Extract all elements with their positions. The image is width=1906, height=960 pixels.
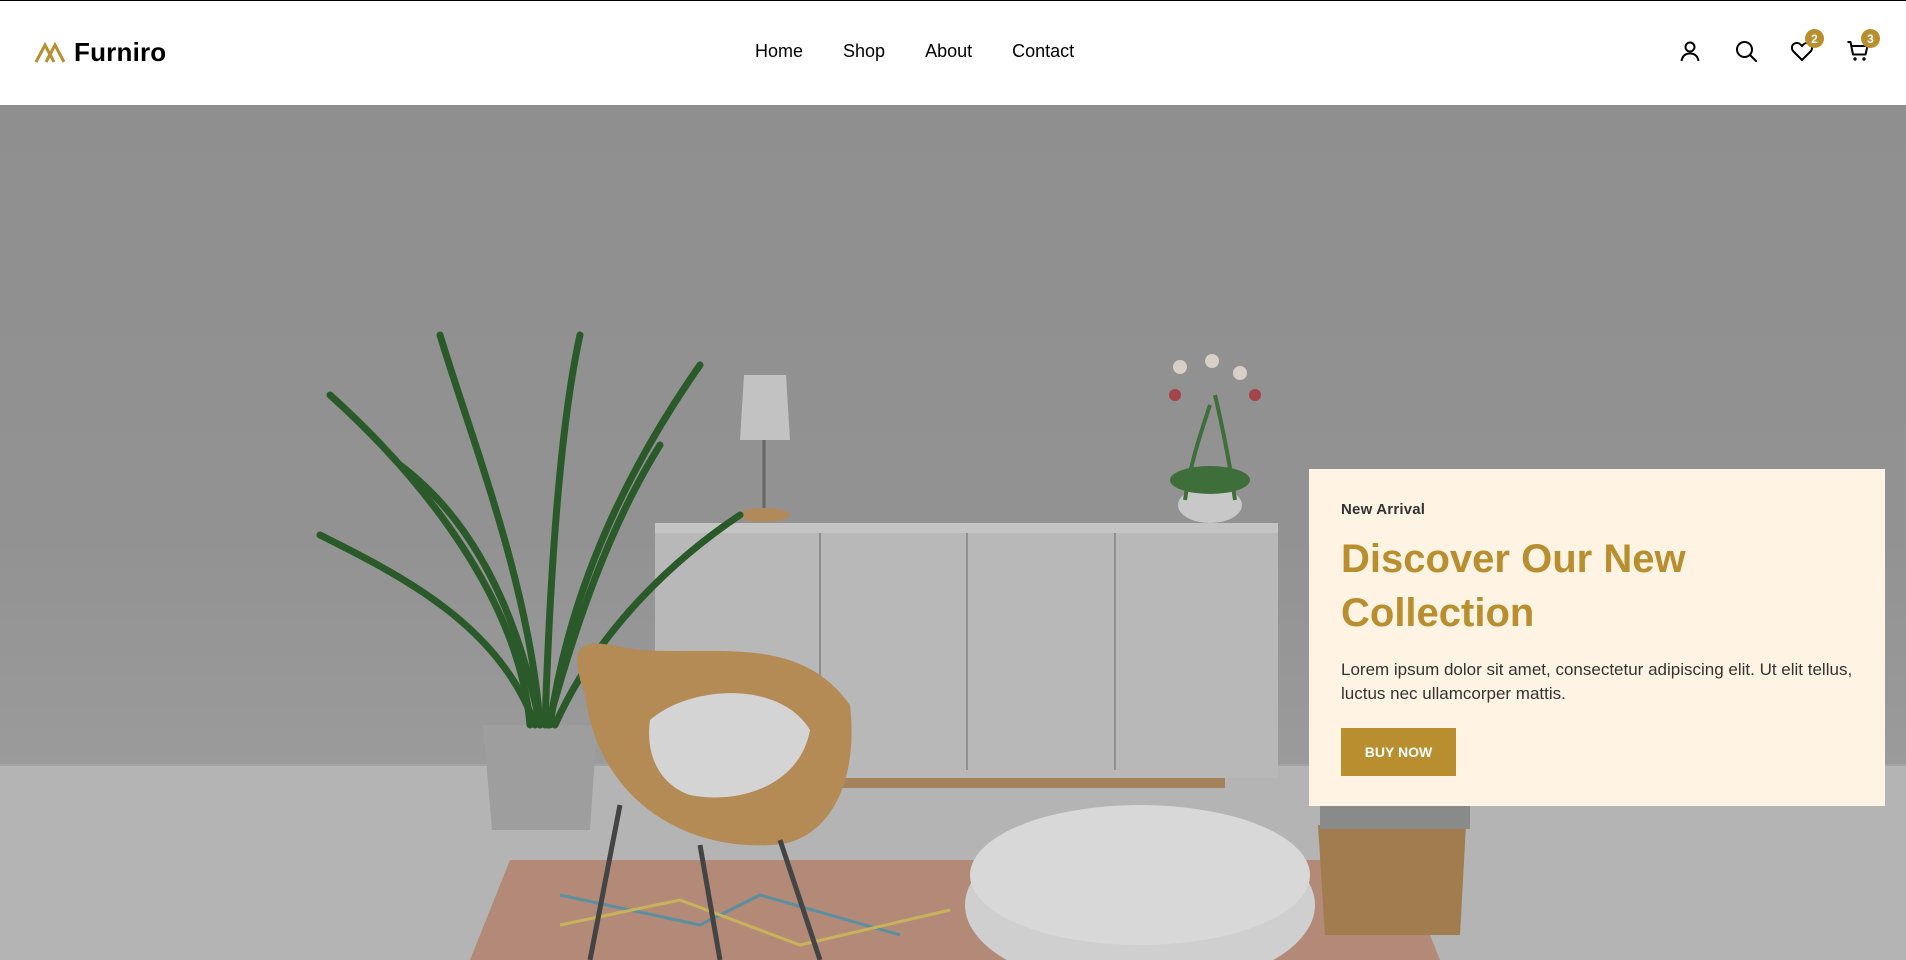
- search-button[interactable]: [1734, 39, 1758, 63]
- hero-promo-card: New Arrival Discover Our New Collection …: [1309, 469, 1885, 806]
- wishlist-count-badge: 2: [1805, 29, 1824, 48]
- account-button[interactable]: [1678, 39, 1702, 63]
- hero-description: Lorem ipsum dolor sit amet, consectetur …: [1341, 660, 1853, 703]
- hero-eyebrow: New Arrival: [1341, 501, 1426, 518]
- wishlist-button[interactable]: 2: [1790, 29, 1824, 63]
- brand-name: Furniro: [74, 37, 167, 67]
- nav-home[interactable]: Home: [755, 41, 803, 62]
- search-icon: [1736, 41, 1757, 62]
- main-nav: Home Shop About Contact: [755, 41, 1074, 62]
- cart-count-badge: 3: [1861, 29, 1880, 48]
- cart-button[interactable]: 3: [1846, 29, 1880, 63]
- nav-shop[interactable]: Shop: [843, 41, 885, 62]
- user-icon: [1680, 41, 1700, 62]
- buy-now-button[interactable]: BUY NOW: [1341, 728, 1456, 776]
- header-actions: 2 3: [1678, 29, 1880, 63]
- nav-contact[interactable]: Contact: [1012, 41, 1074, 62]
- logo[interactable]: Furniro: [34, 37, 166, 68]
- hero-section: New Arrival Discover Our New Collection …: [0, 105, 1906, 960]
- site-header: Furniro Home Shop About Contact 2 3: [0, 0, 1906, 105]
- nav-about[interactable]: About: [925, 41, 972, 62]
- hero-headline: Discover Our New Collection: [1341, 537, 1686, 635]
- furniro-logo-icon: [34, 41, 66, 63]
